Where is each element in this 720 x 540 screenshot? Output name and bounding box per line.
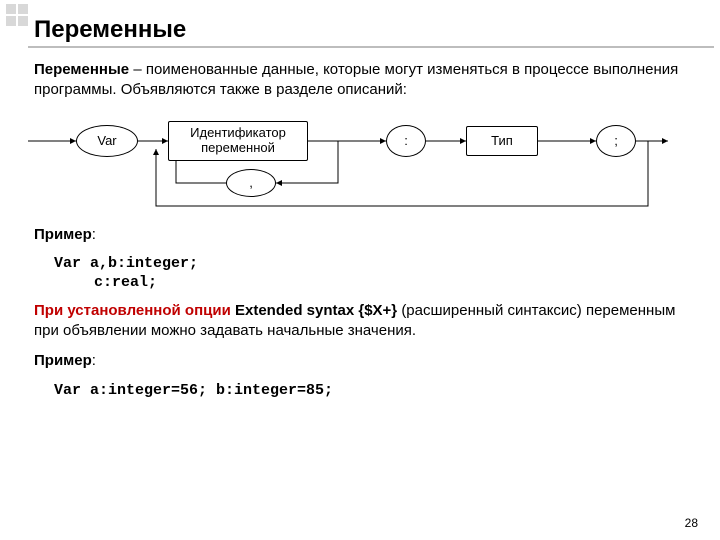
diagram-node-type: Тип xyxy=(466,126,538,156)
syntax-diagram: Var Идентификатор переменной : Тип ; , xyxy=(28,111,668,211)
diagram-arrows xyxy=(28,111,668,211)
page-title: Переменные xyxy=(34,16,186,44)
extended-bold-text: Extended syntax {$X+} xyxy=(231,302,402,319)
diagram-node-semicolon: ; xyxy=(596,125,636,157)
left-decoration-strip xyxy=(0,0,28,540)
term: Переменные xyxy=(34,61,129,78)
extended-red-text: При установленной опции xyxy=(34,302,231,319)
example1-code-line1: Var a,b:integer; xyxy=(54,255,700,272)
example1-code-line2: c:real; xyxy=(94,274,700,291)
title-underline xyxy=(28,46,714,48)
diagram-node-var: Var xyxy=(76,125,138,157)
example2-code-line1: Var a:integer=56; b:integer=85; xyxy=(54,382,700,399)
page-number: 28 xyxy=(685,516,698,530)
diagram-node-identifier: Идентификатор переменной xyxy=(168,121,308,161)
example2-label: Пример: xyxy=(34,351,700,371)
diagram-node-comma: , xyxy=(226,169,276,197)
definition-paragraph: Переменные – поименованные данные, котор… xyxy=(34,60,700,101)
example1-label: Пример: xyxy=(34,225,700,245)
definition-text: – поименованные данные, которые могут из… xyxy=(34,61,678,98)
extended-syntax-paragraph: При установленной опции Extended syntax … xyxy=(34,301,700,342)
slide-content: Переменные – поименованные данные, котор… xyxy=(34,60,700,401)
diagram-node-colon: : xyxy=(386,125,426,157)
